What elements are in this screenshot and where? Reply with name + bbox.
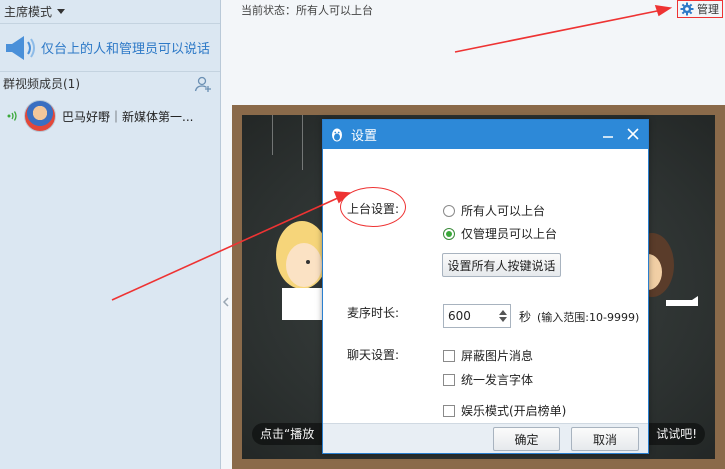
close-icon[interactable]	[626, 127, 640, 141]
minimize-icon[interactable]	[602, 128, 614, 140]
settings-dialog: 设置 上台设置: 所有人可以上台 仅管理员可以上台 设置所有人按键说话 麦序时长…	[322, 119, 649, 454]
gear-icon	[680, 2, 694, 16]
current-status: 当前状态：所有人可以上台	[241, 4, 373, 17]
mic-time-value: 600	[448, 309, 471, 323]
radio-all-label: 所有人可以上台	[461, 204, 546, 218]
members-header: 群视频成员(1)	[0, 72, 220, 96]
member-name: 巴马好嘢｜新媒体第一...	[62, 109, 194, 124]
cancel-button[interactable]: 取消	[571, 427, 639, 451]
checkbox-block-images[interactable]: 屏蔽图片消息	[443, 347, 533, 364]
megaphone-icon	[6, 35, 35, 60]
collapse-left-icon[interactable]	[222, 296, 230, 308]
chalk-line	[302, 115, 303, 170]
manage-button[interactable]: 管理	[677, 0, 723, 18]
manage-label: 管理	[697, 3, 719, 16]
qq-group-video-window: 主席模式 仅台上的人和管理员可以说话 群视频成员(1) 巴马好嘢｜新媒体第一..…	[0, 0, 725, 469]
member-list-item[interactable]: 巴马好嘢｜新媒体第一...	[0, 96, 220, 136]
stage-setting-label: 上台设置:	[347, 202, 400, 216]
dialog-body: 上台设置: 所有人可以上台 仅管理员可以上台 设置所有人按键说话 麦序时长: 6…	[323, 149, 648, 425]
avatar[interactable]	[24, 100, 56, 132]
dialog-footer: 确定 取消	[323, 423, 648, 453]
dialog-title: 设置	[351, 129, 378, 144]
speaking-icon	[7, 111, 17, 121]
stage-caption-left: 点击“播放	[260, 427, 315, 441]
chalk-line	[272, 115, 273, 155]
members-header-label: 群视频成员(1)	[3, 77, 80, 91]
dialog-title-bar[interactable]: 设置	[323, 120, 648, 149]
add-user-icon[interactable]	[194, 75, 212, 93]
radio-button-selected[interactable]	[443, 227, 455, 240]
notice-text: 仅台上的人和管理员可以说话	[41, 42, 211, 57]
mic-time-range: (输入范围:10-9999)	[537, 311, 640, 324]
spin-down-icon[interactable]	[499, 317, 507, 322]
spin-up-icon[interactable]	[499, 310, 507, 315]
checkbox-unify-font[interactable]: 统一发言字体	[443, 371, 533, 388]
mode-selector[interactable]: 主席模式	[0, 0, 220, 24]
radio-admin-label: 仅管理员可以上台	[461, 227, 558, 241]
checkbox-unify-font-label: 统一发言字体	[461, 373, 534, 387]
chevron-down-icon	[57, 9, 66, 14]
ok-button[interactable]: 确定	[493, 427, 560, 451]
checkbox[interactable]	[443, 349, 455, 362]
mic-time-unit: 秒	[519, 310, 532, 324]
checkbox[interactable]	[443, 373, 455, 386]
checkbox-block-images-label: 屏蔽图片消息	[461, 349, 534, 363]
stage-caption-right: 试试吧!	[656, 427, 697, 441]
left-panel: 主席模式 仅台上的人和管理员可以说话 群视频成员(1) 巴马好嘢｜新媒体第一..…	[0, 0, 221, 469]
checkbox[interactable]	[443, 404, 455, 417]
radio-button[interactable]	[443, 204, 455, 217]
checkbox-entertainment-mode[interactable]: 娱乐模式(开启榜单)	[443, 402, 566, 419]
radio-all-can-join[interactable]: 所有人可以上台	[443, 202, 545, 219]
speaking-notice: 仅台上的人和管理员可以说话	[0, 24, 220, 72]
checkbox-entertainment-label: 娱乐模式(开启榜单)	[461, 404, 567, 418]
mic-time-label: 麦序时长:	[347, 306, 400, 320]
chat-setting-label: 聊天设置:	[347, 348, 400, 362]
radio-admin-only[interactable]: 仅管理员可以上台	[443, 225, 557, 242]
qq-penguin-icon	[332, 128, 342, 141]
set-push-to-talk-button[interactable]: 设置所有人按键说话	[442, 253, 561, 277]
mic-time-input[interactable]: 600	[443, 304, 511, 328]
mode-label: 主席模式	[4, 4, 53, 19]
